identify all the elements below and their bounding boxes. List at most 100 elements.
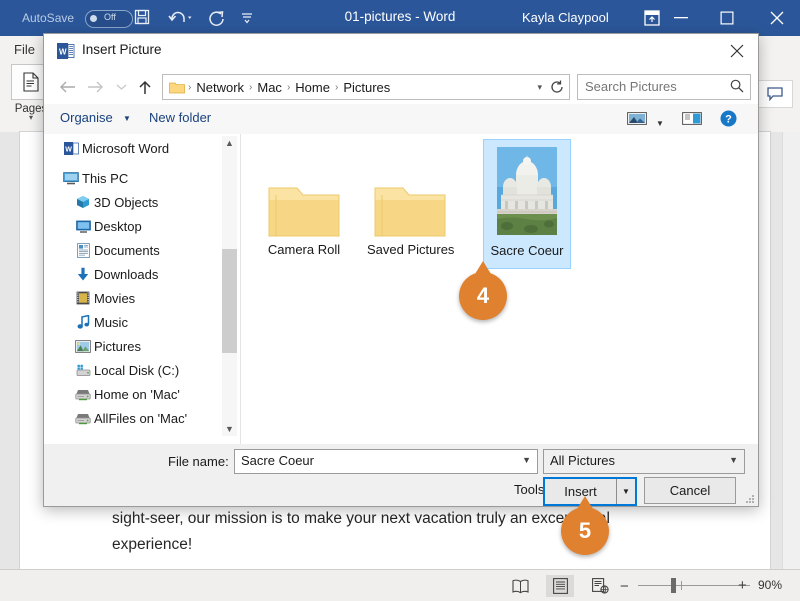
change-view-icon[interactable] [626,108,648,128]
scroll-up-icon[interactable]: ▲ [222,136,237,150]
zoom-percentage[interactable]: 90% [758,578,782,592]
sidebar-item-documents[interactable]: Documents [52,238,200,262]
word-application-window: AutoSave Off 01-pictures - Word Kayla Cl… [0,0,800,601]
sidebar-item-label: Home on 'Mac' [94,386,180,402]
file-name-input[interactable]: Sacre Coeur ▼ [234,449,538,474]
file-item-label: Camera Roll [267,242,341,257]
sidebar-item-label: Movies [94,290,136,306]
back-icon[interactable] [56,76,78,98]
breadcrumb-item-network[interactable]: Network [192,80,248,95]
sidebar-item-local-disk-c[interactable]: Local Disk (C:) [52,358,200,382]
folder-icon [367,144,453,240]
zoom-in-button[interactable]: + [738,577,747,594]
sidebar-item-this-pc[interactable]: This PC [52,166,200,190]
document-vertical-scrollbar[interactable] [782,132,800,569]
sidebar-item-home-on-mac[interactable]: Home on 'Mac' [52,382,200,406]
sidebar-item-label: Documents [94,242,160,258]
comments-button[interactable] [757,80,793,108]
search-input[interactable]: Search Pictures [577,74,751,100]
sidebar-item-3d-objects[interactable]: 3D Objects [52,190,200,214]
dialog-resize-grip[interactable] [745,494,755,504]
svg-text:?: ? [725,113,732,125]
search-icon [730,79,744,96]
file-item-camera-roll[interactable]: Camera Roll [261,144,347,266]
downloads-icon [72,267,94,282]
zoom-slider-track[interactable] [638,585,750,586]
file-type-chevron-down-icon[interactable]: ▼ [729,455,738,465]
desktop-icon [72,220,94,233]
file-name-chevron-down-icon[interactable]: ▼ [522,455,531,465]
breadcrumb[interactable]: › Network › Mac › Home › Pictures ▾ [162,74,546,100]
read-mode-icon[interactable] [506,577,534,595]
dialog-command-bar: Organise ▼ New folder ▼ ? [44,104,758,135]
sidebar-item-label: This PC [82,170,129,186]
sidebar-item-label: AllFiles on 'Mac' [94,410,188,426]
cancel-button-label: Cancel [669,483,711,498]
movies-icon [72,291,94,305]
tab-file[interactable]: File [14,42,35,57]
sidebar-item-label: Downloads [94,266,159,282]
print-layout-icon[interactable] [546,575,574,597]
zoom-out-button[interactable]: − [620,578,629,595]
sidebar-item-movies[interactable]: Movies [52,286,200,310]
insert-dropdown-chevron-down-icon[interactable]: ▼ [616,479,635,504]
disk-icon [72,364,94,377]
file-name-value: Sacre Coeur [241,453,314,468]
navigation-pane-scrollbar[interactable]: ▲ ▼ [222,136,237,436]
dialog-close-button[interactable] [716,34,758,68]
forward-icon[interactable] [84,76,106,98]
organise-chevron-down-icon[interactable]: ▼ [123,114,131,123]
file-item-saved-pictures[interactable]: Saved Pictures [367,144,455,266]
breadcrumb-item-mac[interactable]: Mac [253,80,286,95]
breadcrumb-item-pictures[interactable]: Pictures [339,80,394,95]
folder-icon [261,144,347,240]
navigation-pane[interactable]: W Microsoft Word This PC 3D Objects Desk… [52,136,200,436]
user-account-name[interactable]: Kayla Claypool [522,10,609,25]
sidebar-item-microsoft-word[interactable]: W Microsoft Word [52,136,200,160]
this-pc-icon [60,171,82,185]
word-icon: W [60,141,82,156]
cancel-button[interactable]: Cancel [644,477,736,504]
close-button[interactable] [754,0,800,36]
file-item-label: Sacre Coeur [490,243,564,258]
new-folder-button[interactable]: New folder [149,110,211,125]
tools-button[interactable]: Tools [514,482,544,497]
sidebar-item-label: Desktop [94,218,142,234]
sidebar-item-label: Local Disk (C:) [94,362,180,378]
sidebar-item-label: 3D Objects [94,194,159,210]
help-icon[interactable]: ? [717,108,739,128]
music-icon [72,314,94,330]
sidebar-item-music[interactable]: Music [52,310,200,334]
sidebar-item-desktop[interactable]: Desktop [52,214,200,238]
web-layout-icon[interactable] [586,577,614,595]
sidebar-item-pictures[interactable]: Pictures [52,334,200,358]
change-view-chevron-down-icon[interactable]: ▼ [652,113,668,133]
file-name-label: File name: [168,454,229,469]
refresh-icon[interactable] [545,74,570,100]
sidebar-item-label: Music [94,314,128,330]
file-item-label: Saved Pictures [367,242,455,257]
file-type-dropdown[interactable]: All Pictures ▼ [543,449,745,474]
minimize-button[interactable] [658,0,704,36]
preview-pane-icon[interactable] [681,108,703,128]
zoom-slider-thumb[interactable] [671,578,676,593]
dialog-footer: File name: Sacre Coeur ▼ All Pictures ▼ … [44,444,758,506]
maximize-button[interactable] [704,0,750,36]
search-placeholder: Search Pictures [585,79,677,94]
folder-icon [169,81,185,94]
scrollbar-thumb[interactable] [222,249,237,353]
breadcrumb-item-home[interactable]: Home [291,80,334,95]
word-icon: W [57,42,75,60]
image-thumbnail [484,140,570,241]
file-type-value: All Pictures [550,453,616,468]
breadcrumb-chevron-down-icon[interactable]: ▾ [537,82,542,93]
scroll-down-icon[interactable]: ▼ [222,422,237,436]
dialog-title: Insert Picture [82,42,162,57]
sidebar-item-allfiles-on-mac[interactable]: AllFiles on 'Mac' [52,406,200,430]
recent-locations-chevron-down-icon[interactable] [110,76,132,98]
file-item-sacre-coeur[interactable]: Sacre Coeur [483,139,571,269]
sidebar-item-downloads[interactable]: Downloads [52,262,200,286]
up-icon[interactable] [134,76,156,98]
word-status-bar: − + 90% [0,569,800,601]
organise-button[interactable]: Organise [60,110,113,125]
